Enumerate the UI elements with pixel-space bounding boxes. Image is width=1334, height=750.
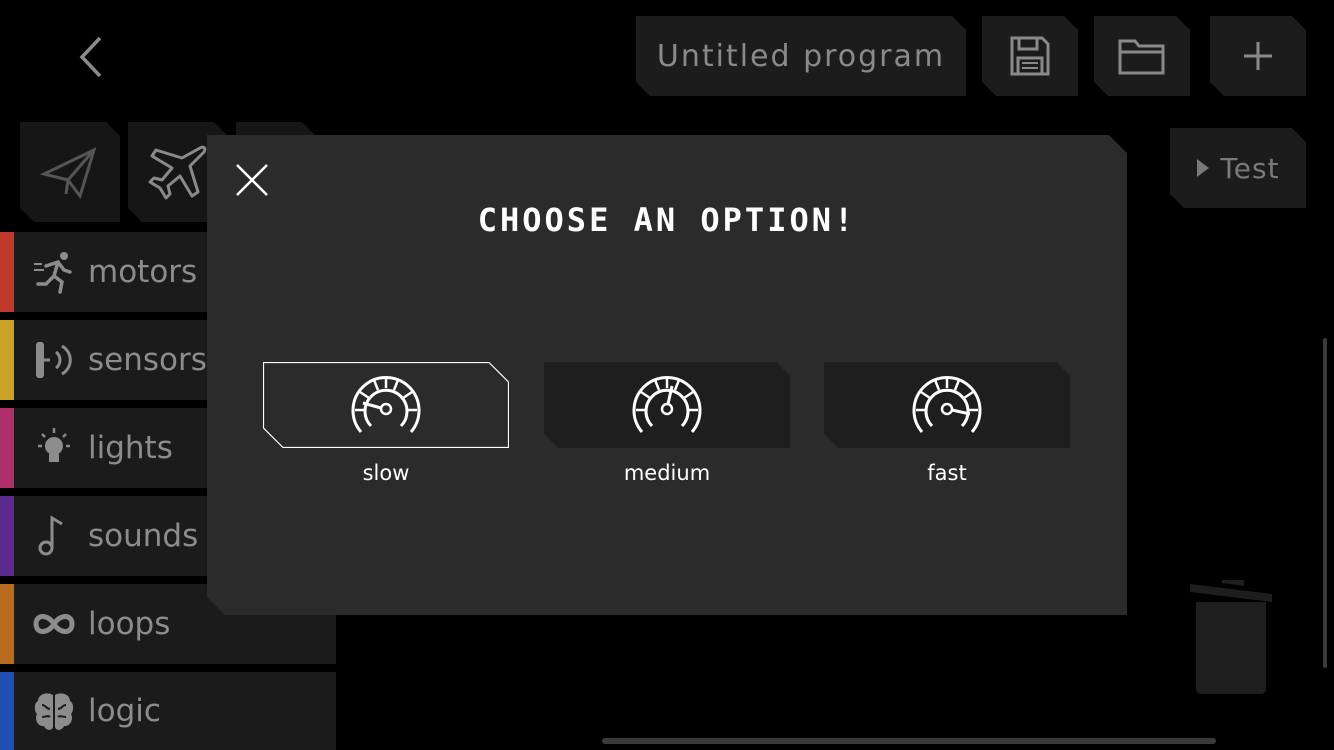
category-label: loops <box>88 606 171 642</box>
plus-icon <box>1242 40 1274 72</box>
speedometer-fast-icon <box>910 374 984 436</box>
option-label-fast: fast <box>927 461 967 485</box>
paper-plane-icon <box>40 142 100 202</box>
modal-title: CHOOSE AN OPTION! <box>477 201 857 239</box>
open-button[interactable] <box>1094 16 1190 96</box>
option-label-slow: slow <box>362 461 410 485</box>
category-stripe <box>0 672 14 750</box>
infinity-icon <box>30 600 78 648</box>
home-indicator <box>602 738 1216 744</box>
category-label: logic <box>88 693 161 729</box>
category-label: sounds <box>88 518 199 554</box>
test-label: Test <box>1220 151 1280 185</box>
drone-tile-paper-plane[interactable] <box>20 122 120 222</box>
speedometer-medium-icon <box>630 374 704 436</box>
chevron-left-icon <box>79 36 102 78</box>
choose-option-modal: CHOOSE AN OPTION! slow medium fast <box>207 135 1127 615</box>
option-slow[interactable] <box>263 362 509 448</box>
close-icon <box>233 161 271 199</box>
category-stripe <box>0 320 14 400</box>
sensor-icon <box>30 336 78 384</box>
selection-frame <box>263 362 509 448</box>
vertical-scrollbar[interactable] <box>1323 338 1327 668</box>
music-note-icon <box>30 512 78 560</box>
trash-can[interactable] <box>1188 577 1274 694</box>
save-button[interactable] <box>982 16 1078 96</box>
option-label-medium: medium <box>623 461 711 485</box>
category-stripe <box>0 496 14 576</box>
new-program-button[interactable] <box>1210 16 1306 96</box>
trash-icon <box>1190 577 1272 694</box>
running-man-icon <box>30 248 78 296</box>
brain-icon <box>30 687 78 735</box>
lightbulb-icon <box>30 424 78 472</box>
back-button[interactable] <box>66 30 116 84</box>
category-stripe <box>0 232 14 312</box>
category-label: sensors <box>88 342 207 378</box>
option-fast[interactable] <box>824 362 1070 448</box>
test-button[interactable]: Test <box>1170 128 1306 208</box>
category-label: lights <box>88 430 173 466</box>
program-title[interactable]: Untitled program <box>636 16 966 96</box>
category-stripe <box>0 584 14 664</box>
folder-icon <box>1117 35 1167 77</box>
category-label: motors <box>88 254 198 290</box>
airplane-icon <box>146 140 210 204</box>
program-title-text: Untitled program <box>656 38 946 74</box>
option-medium[interactable] <box>544 362 790 448</box>
sidebar-item-logic[interactable]: logic <box>0 672 336 750</box>
save-icon <box>1008 34 1052 78</box>
category-stripe <box>0 408 14 488</box>
play-icon <box>1196 158 1210 178</box>
close-button[interactable] <box>233 161 271 199</box>
